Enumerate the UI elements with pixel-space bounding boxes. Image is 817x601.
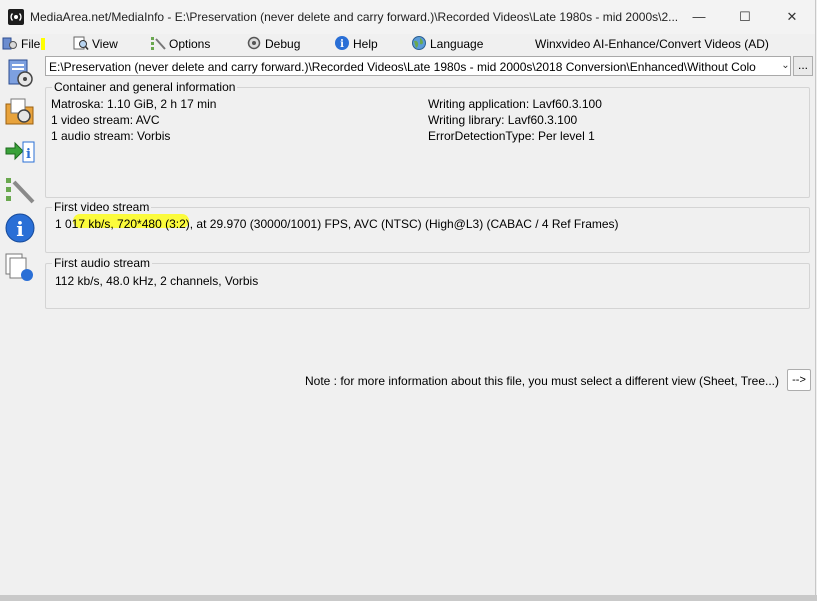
menu-file[interactable]: File bbox=[2, 35, 46, 53]
general-line: Matroska: 1.10 GiB, 2 h 17 min bbox=[51, 97, 217, 111]
change-view-button[interactable]: --> bbox=[787, 369, 811, 391]
audio-stream-info: 112 kb/s, 48.0 kHz, 2 channels, Vorbis bbox=[55, 274, 259, 288]
about-icon: i bbox=[5, 213, 35, 243]
highlight-mark bbox=[41, 38, 46, 50]
help-menu-icon: i bbox=[335, 36, 349, 50]
file-path-combobox[interactable]: E:\Preservation (never delete and carry … bbox=[45, 56, 791, 76]
audio-stream-title: First audio stream bbox=[52, 255, 153, 271]
general-line: 1 audio stream: Vorbis bbox=[51, 129, 171, 143]
menu-options-label: Options bbox=[169, 37, 211, 51]
main-window: MediaArea.net/MediaInfo - E:\Preservatio… bbox=[0, 0, 816, 595]
general-info-group: Container and general information Matros… bbox=[45, 79, 810, 198]
menu-ad-link[interactable]: Winxvideo AI-Enhance/Convert Videos (AD) bbox=[535, 35, 769, 53]
close-button[interactable]: ✕ bbox=[769, 0, 815, 34]
view-menu-icon bbox=[73, 36, 89, 51]
menu-view-label: View bbox=[92, 37, 118, 51]
menu-help-label: Help bbox=[353, 37, 378, 51]
menu-file-label: File bbox=[21, 37, 41, 51]
options-menu-icon bbox=[151, 37, 166, 50]
view-files-icon bbox=[5, 253, 33, 281]
general-line: Writing application: Lavf60.3.100 bbox=[428, 97, 602, 111]
title-bar: MediaArea.net/MediaInfo - E:\Preservatio… bbox=[0, 0, 815, 34]
menu-help[interactable]: i Help bbox=[334, 35, 378, 53]
minimize-icon: — bbox=[692, 9, 706, 24]
general-line: Writing library: Lavf60.3.100 bbox=[428, 113, 578, 127]
menu-options[interactable]: Options bbox=[150, 35, 210, 53]
open-file-icon bbox=[8, 59, 33, 87]
open-folder-icon bbox=[5, 98, 34, 125]
video-stream-info: 1 017 kb/s, 720*480 (3:2), at 29.970 (30… bbox=[55, 217, 619, 231]
general-info-title: Container and general information bbox=[52, 79, 238, 95]
about-button[interactable]: i bbox=[3, 211, 37, 245]
menu-debug-label: Debug bbox=[265, 37, 301, 51]
maximize-button[interactable]: ☐ bbox=[722, 0, 768, 34]
window-title: MediaArea.net/MediaInfo - E:\Preservatio… bbox=[30, 10, 679, 24]
maximize-icon: ☐ bbox=[739, 9, 751, 24]
svg-text:i: i bbox=[340, 39, 344, 50]
svg-text:i: i bbox=[26, 147, 31, 162]
globe-icon bbox=[412, 36, 426, 50]
export-button[interactable]: i bbox=[3, 135, 37, 169]
close-icon: ✕ bbox=[786, 9, 798, 24]
more-info-note: Note : for more information about this f… bbox=[305, 374, 779, 388]
file-menu-icon bbox=[2, 37, 17, 50]
minimize-button[interactable]: — bbox=[676, 0, 722, 34]
menu-language[interactable]: Language bbox=[411, 35, 483, 53]
general-line: ErrorDetectionType: Per level 1 bbox=[428, 129, 595, 143]
menu-bar: File View Options Debug i Help Language … bbox=[0, 34, 815, 54]
preferences-icon bbox=[6, 178, 35, 204]
menu-debug[interactable]: Debug bbox=[246, 35, 300, 53]
left-toolbar: i i bbox=[0, 55, 42, 595]
path-dropdown-button[interactable]: ⌄ bbox=[780, 56, 791, 76]
menu-language-label: Language bbox=[430, 37, 484, 51]
preferences-button[interactable] bbox=[3, 173, 37, 207]
chevron-down-icon: ⌄ bbox=[781, 60, 790, 71]
menu-ad-label: Winxvideo AI-Enhance/Convert Videos (AD) bbox=[535, 37, 769, 51]
mediainfo-app-icon bbox=[8, 9, 24, 25]
browse-button[interactable]: ... bbox=[793, 56, 813, 76]
general-line: 1 video stream: AVC bbox=[51, 113, 160, 127]
view-files-button[interactable] bbox=[3, 251, 37, 285]
open-folder-button[interactable] bbox=[3, 95, 37, 129]
open-file-button[interactable] bbox=[3, 57, 37, 91]
svg-text:i: i bbox=[16, 217, 24, 241]
menu-view[interactable]: View bbox=[73, 35, 118, 53]
video-stream-title: First video stream bbox=[52, 199, 152, 215]
export-icon: i bbox=[5, 141, 35, 163]
desktop-background-strip bbox=[0, 595, 817, 601]
audio-stream-group: First audio stream 112 kb/s, 48.0 kHz, 2… bbox=[45, 255, 810, 309]
debug-menu-icon bbox=[247, 36, 261, 50]
